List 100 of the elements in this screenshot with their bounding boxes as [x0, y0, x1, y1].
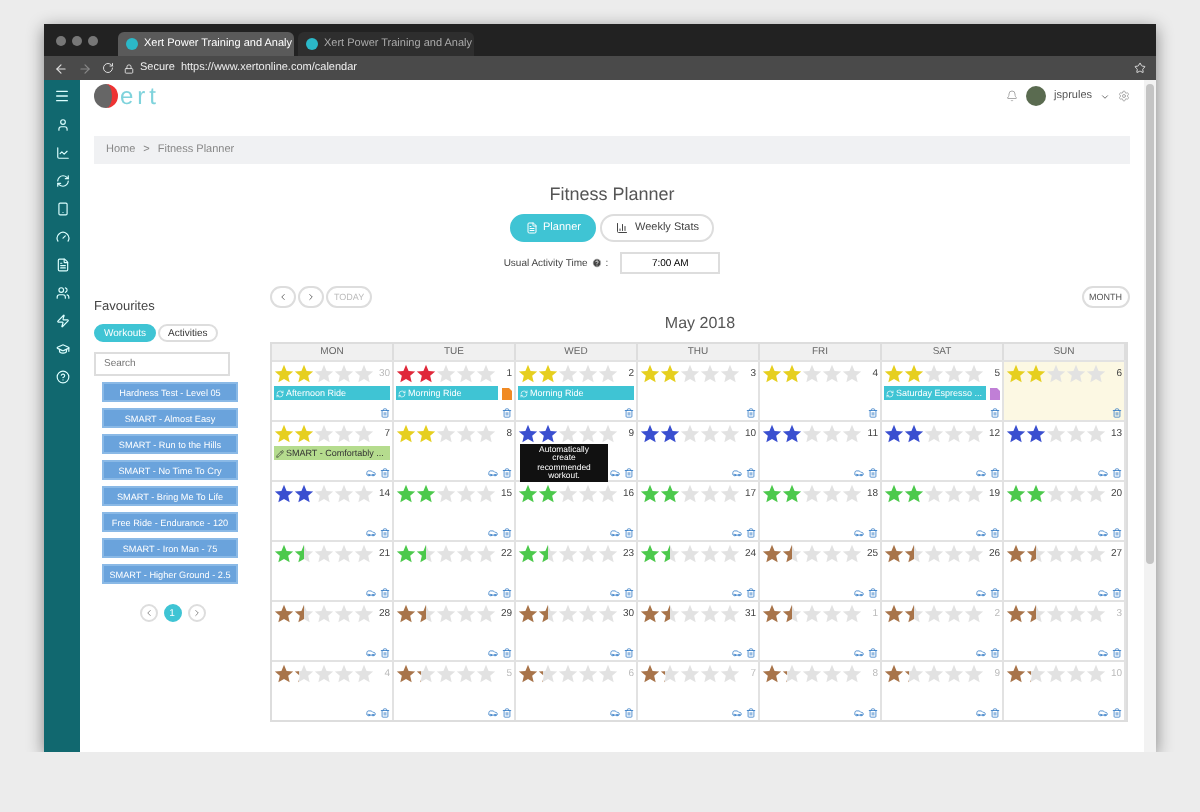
trash-icon[interactable] [380, 528, 390, 538]
trash-icon[interactable] [1112, 408, 1122, 418]
trash-icon[interactable] [380, 408, 390, 418]
star-icon [1026, 424, 1046, 444]
scrollbar-thumb[interactable] [1146, 84, 1154, 564]
trash-icon[interactable] [990, 648, 1000, 658]
trash-icon[interactable] [868, 708, 878, 718]
car-icon[interactable] [366, 528, 376, 538]
back-icon[interactable] [54, 61, 68, 75]
trash-icon[interactable] [990, 408, 1000, 418]
trash-icon[interactable] [624, 468, 634, 478]
star-icon [782, 484, 802, 504]
trash-icon[interactable] [868, 468, 878, 478]
car-icon[interactable] [1098, 588, 1108, 598]
trash-icon[interactable] [1112, 468, 1122, 478]
car-icon[interactable] [1098, 648, 1108, 658]
bell-icon[interactable] [1006, 90, 1019, 102]
trash-icon[interactable] [746, 648, 756, 658]
car-icon[interactable] [488, 708, 498, 718]
trash-icon[interactable] [380, 648, 390, 658]
trash-icon[interactable] [502, 468, 512, 478]
trash-icon[interactable] [502, 408, 512, 418]
trash-icon[interactable] [1112, 528, 1122, 538]
users-icon[interactable] [55, 286, 69, 300]
car-icon[interactable] [366, 588, 376, 598]
car-icon[interactable] [610, 708, 620, 718]
menu-icon[interactable] [54, 88, 70, 104]
trash-icon[interactable] [502, 528, 512, 538]
trash-icon[interactable] [990, 708, 1000, 718]
car-icon[interactable] [366, 648, 376, 658]
refresh-icon[interactable] [55, 174, 69, 188]
trash-icon[interactable] [1112, 588, 1122, 598]
trash-icon[interactable] [624, 648, 634, 658]
car-icon[interactable] [610, 648, 620, 658]
car-icon[interactable] [854, 648, 864, 658]
trash-icon[interactable] [380, 708, 390, 718]
car-icon[interactable] [854, 588, 864, 598]
trash-icon[interactable] [502, 588, 512, 598]
trash-icon[interactable] [990, 468, 1000, 478]
phone-icon[interactable] [55, 202, 69, 216]
line-chart-icon[interactable] [55, 146, 69, 160]
trash-icon[interactable] [746, 408, 756, 418]
trash-icon[interactable] [868, 588, 878, 598]
car-icon[interactable] [488, 528, 498, 538]
trash-icon[interactable] [746, 708, 756, 718]
settings-icon[interactable] [1118, 90, 1130, 102]
help-icon[interactable] [55, 370, 69, 384]
car-icon[interactable] [976, 708, 986, 718]
car-icon[interactable] [976, 528, 986, 538]
lightning-icon[interactable] [55, 314, 69, 328]
car-icon[interactable] [610, 528, 620, 538]
car-icon[interactable] [976, 468, 986, 478]
reload-icon[interactable] [102, 62, 114, 74]
car-icon[interactable] [976, 648, 986, 658]
car-icon[interactable] [488, 648, 498, 658]
car-icon[interactable] [1098, 468, 1108, 478]
car-icon[interactable] [976, 588, 986, 598]
trash-icon[interactable] [380, 468, 390, 478]
trash-icon[interactable] [990, 528, 1000, 538]
car-icon[interactable] [732, 588, 742, 598]
user-icon[interactable] [55, 118, 69, 132]
graduation-cap-icon[interactable] [55, 342, 69, 356]
trash-icon[interactable] [624, 528, 634, 538]
car-icon[interactable] [732, 528, 742, 538]
car-icon[interactable] [610, 468, 620, 478]
trash-icon[interactable] [624, 408, 634, 418]
car-icon[interactable] [854, 528, 864, 538]
document-icon[interactable] [55, 258, 69, 272]
car-icon[interactable] [732, 648, 742, 658]
car-icon[interactable] [1098, 528, 1108, 538]
sync-icon [886, 389, 894, 397]
trash-icon[interactable] [746, 528, 756, 538]
car-icon[interactable] [366, 468, 376, 478]
trash-icon[interactable] [502, 708, 512, 718]
car-icon[interactable] [732, 708, 742, 718]
star-icon [314, 604, 334, 624]
forward-icon[interactable] [78, 61, 92, 75]
trash-icon[interactable] [868, 528, 878, 538]
trash-icon[interactable] [746, 468, 756, 478]
car-icon[interactable] [854, 468, 864, 478]
trash-icon[interactable] [868, 408, 878, 418]
trash-icon[interactable] [380, 588, 390, 598]
car-icon[interactable] [1098, 708, 1108, 718]
trash-icon[interactable] [746, 588, 756, 598]
car-icon[interactable] [488, 468, 498, 478]
trash-icon[interactable] [1112, 648, 1122, 658]
car-icon[interactable] [610, 588, 620, 598]
caret-icon[interactable] [1100, 91, 1110, 101]
car-icon[interactable] [366, 708, 376, 718]
gauge-icon[interactable] [55, 230, 69, 244]
trash-icon[interactable] [868, 648, 878, 658]
trash-icon[interactable] [624, 588, 634, 598]
car-icon[interactable] [732, 468, 742, 478]
car-icon[interactable] [488, 588, 498, 598]
trash-icon[interactable] [990, 588, 1000, 598]
trash-icon[interactable] [502, 648, 512, 658]
trash-icon[interactable] [624, 708, 634, 718]
bookmark-star-icon[interactable] [1134, 62, 1146, 74]
trash-icon[interactable] [1112, 708, 1122, 718]
car-icon[interactable] [854, 708, 864, 718]
